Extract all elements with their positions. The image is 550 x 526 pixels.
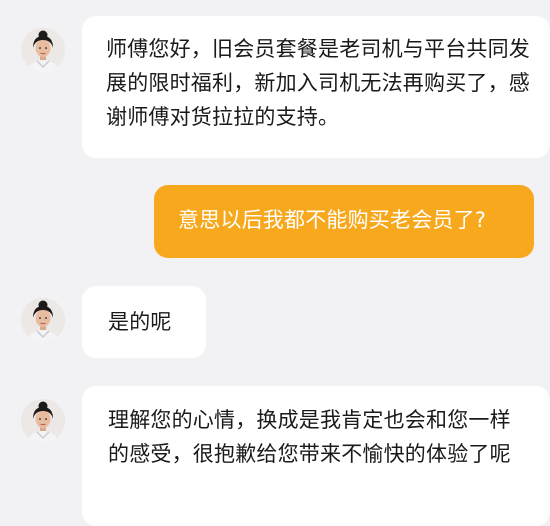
- message-text: 是的呢: [108, 310, 172, 334]
- agent-avatar[interactable]: [21, 298, 65, 342]
- agent-avatar-icon: [21, 28, 65, 72]
- agent-avatar[interactable]: [21, 28, 65, 72]
- agent-avatar-icon: [21, 298, 65, 342]
- agent-avatar-icon: [21, 399, 65, 443]
- message-bubble-user: 意思以后我都不能购买老会员了?: [154, 185, 534, 258]
- message-text: 理解您的心情，换成是我肯定也会和您一样的感受，很抱歉给您带来不愉快的体验了呢: [108, 408, 511, 466]
- message-bubble-agent: 是的呢: [82, 286, 206, 358]
- message-text: 师傅您好，旧会员套餐是老司机与平台共同发展的限时福利，新加入司机无法再购买了，感…: [106, 37, 530, 129]
- message-bubble-agent: 师傅您好，旧会员套餐是老司机与平台共同发展的限时福利，新加入司机无法再购买了，感…: [82, 16, 550, 158]
- chat-conversation: 师傅您好，旧会员套餐是老司机与平台共同发展的限时福利，新加入司机无法再购买了，感…: [0, 0, 550, 526]
- agent-avatar[interactable]: [21, 399, 65, 443]
- message-text: 意思以后我都不能购买老会员了?: [178, 208, 487, 232]
- message-bubble-agent: 理解您的心情，换成是我肯定也会和您一样的感受，很抱歉给您带来不愉快的体验了呢: [82, 386, 550, 526]
